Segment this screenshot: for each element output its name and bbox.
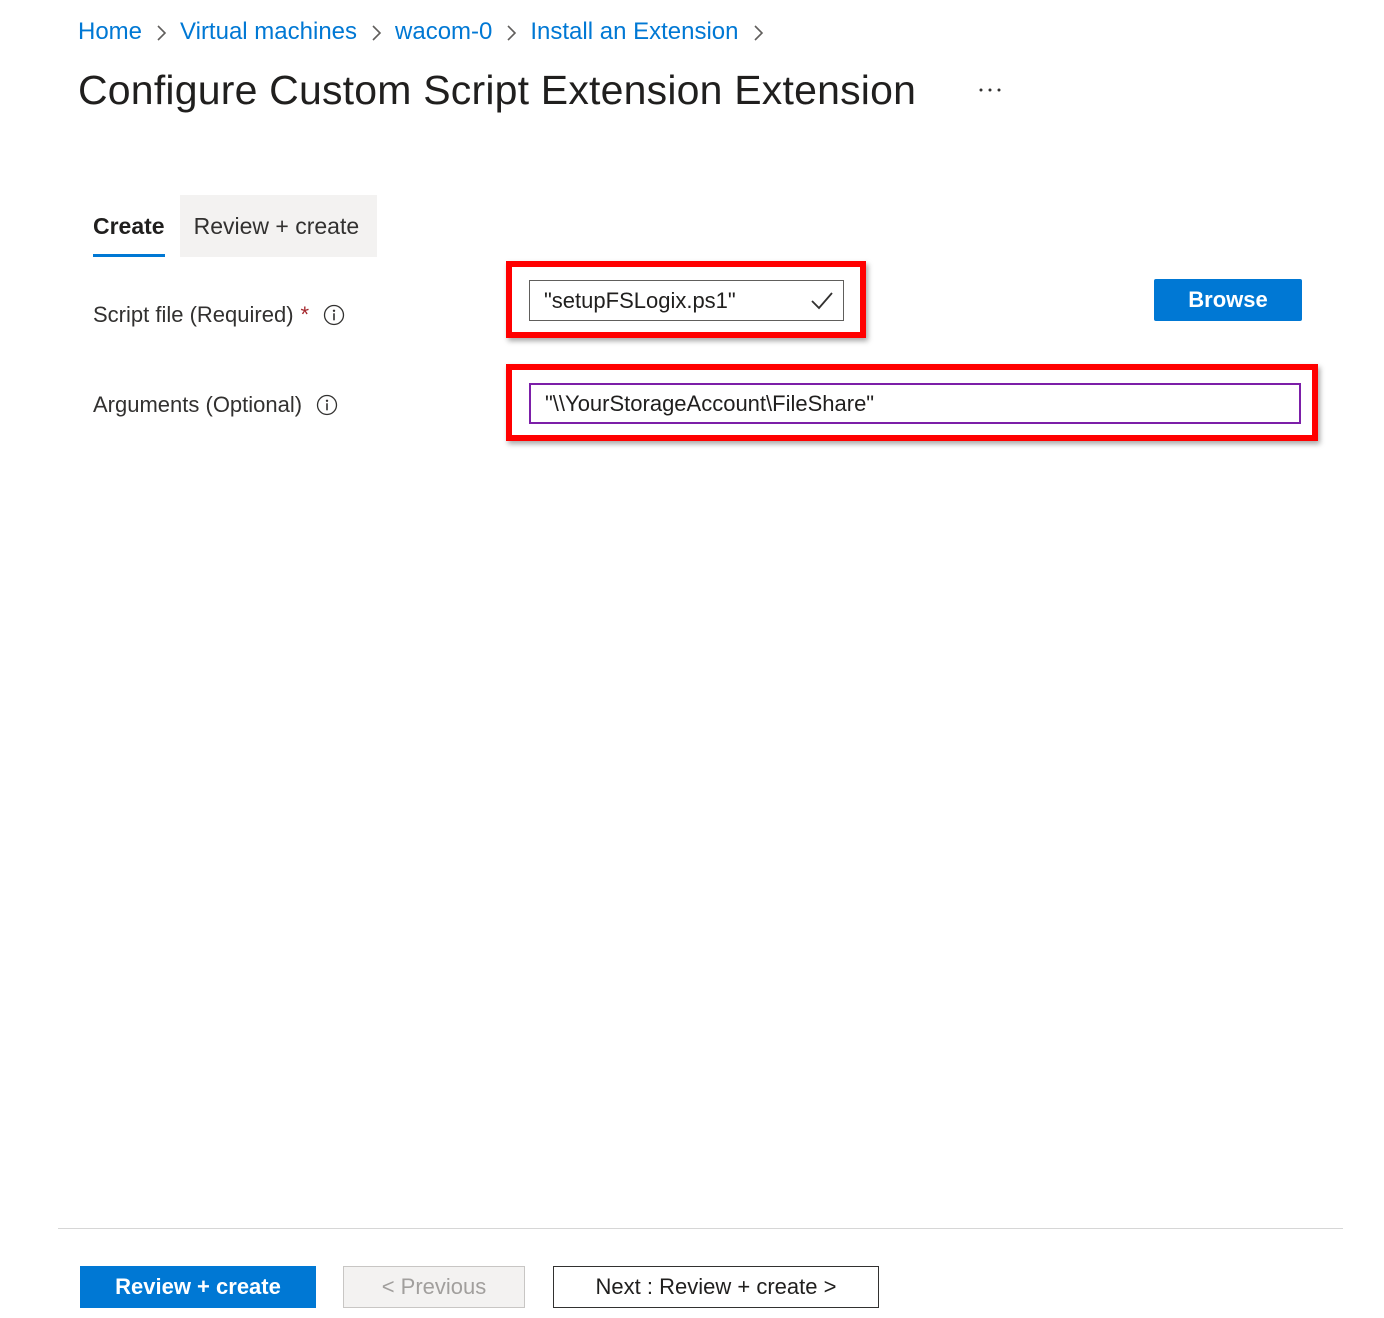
tab-review-create[interactable]: Review + create xyxy=(179,195,378,257)
info-icon[interactable] xyxy=(323,304,345,326)
chevron-right-icon xyxy=(357,18,395,46)
script-file-label-text: Script file (Required) xyxy=(93,302,294,327)
arguments-label: Arguments (Optional) xyxy=(93,390,338,420)
breadcrumb-vm-name[interactable]: wacom-0 xyxy=(395,18,492,46)
script-file-label: Script file (Required) * xyxy=(93,300,345,330)
arguments-input[interactable] xyxy=(529,383,1301,424)
info-icon[interactable] xyxy=(316,394,338,416)
checkmark-icon xyxy=(810,289,834,311)
chevron-right-icon xyxy=(739,18,777,46)
tab-bar: Create Review + create xyxy=(78,195,378,259)
page-title: Configure Custom Script Extension Extens… xyxy=(78,66,917,113)
required-marker: * xyxy=(300,302,310,327)
next-button[interactable]: Next : Review + create > xyxy=(553,1266,879,1308)
browse-button[interactable]: Browse xyxy=(1154,279,1302,321)
tab-create[interactable]: Create xyxy=(78,195,180,257)
more-ellipsis-icon[interactable] xyxy=(976,76,1004,104)
breadcrumb-virtual-machines[interactable]: Virtual machines xyxy=(180,18,357,46)
breadcrumb-home[interactable]: Home xyxy=(78,18,142,46)
breadcrumb-install-extension[interactable]: Install an Extension xyxy=(530,18,738,46)
previous-button[interactable]: < Previous xyxy=(343,1266,525,1308)
arguments-label-text: Arguments (Optional) xyxy=(93,392,303,417)
review-create-button[interactable]: Review + create xyxy=(80,1266,316,1308)
breadcrumb: Home Virtual machines wacom-0 Install an… xyxy=(78,16,777,48)
chevron-right-icon xyxy=(492,18,530,46)
title-row: Configure Custom Script Extension Extens… xyxy=(78,62,916,118)
chevron-right-icon xyxy=(142,18,180,46)
footer-divider xyxy=(58,1228,1343,1229)
script-file-input[interactable] xyxy=(529,280,844,321)
